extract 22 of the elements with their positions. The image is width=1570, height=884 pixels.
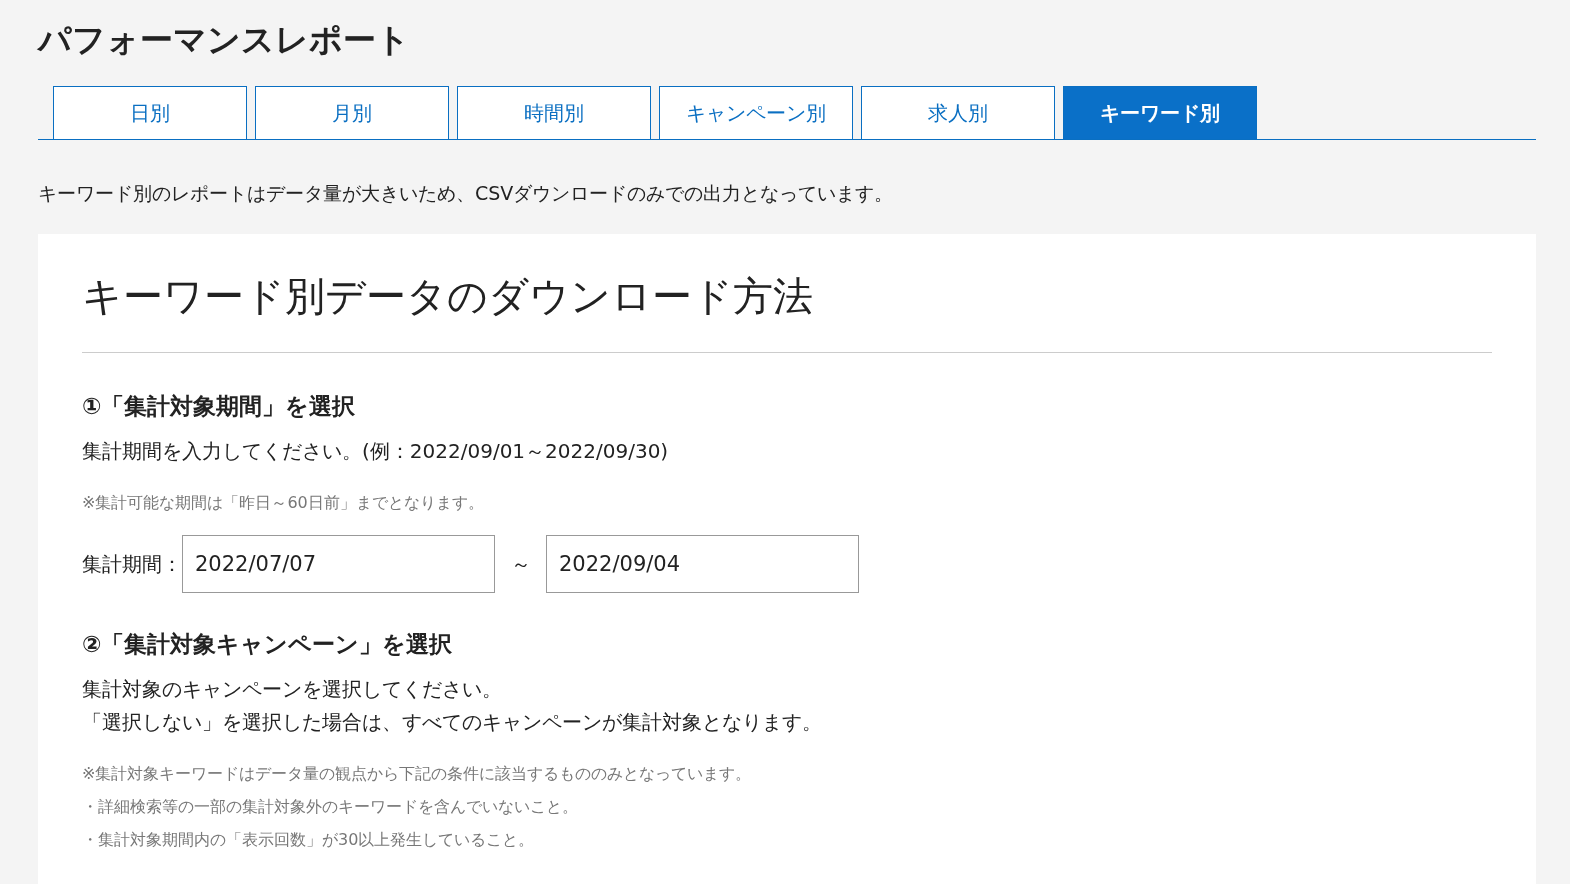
report-tab[interactable]: 時間別	[457, 86, 651, 139]
page-title: パフォーマンスレポート	[38, 19, 411, 61]
instruction-text: 「選択しない」を選択した場合は、すべてのキャンペーンが集計対象となります。	[82, 709, 823, 736]
start-date-field[interactable]: 2022/07/07	[182, 535, 495, 593]
report-tab[interactable]: キーワード別	[1063, 86, 1257, 139]
report-tab[interactable]: 月別	[255, 86, 449, 139]
note-text: ・集計対象期間内の「表示回数」が30以上発生していること。	[82, 829, 536, 851]
instruction-text: 集計期間を入力してください。(例：2022/09/01～2022/09/30)	[82, 438, 670, 465]
note-text: ・詳細検索等の一部の集計対象外のキーワードを含んでいないこと。	[82, 796, 579, 818]
range-separator: ～	[509, 550, 532, 578]
section-heading: ①「集計対象期間」を選択	[82, 392, 357, 421]
note-text: ※集計可能な期間は「昨日～60日前」までとなります。	[82, 492, 485, 514]
section-heading: ②「集計対象キャンペーン」を選択	[82, 630, 454, 659]
end-date-field[interactable]: 2022/09/04	[546, 535, 859, 593]
card-title: キーワード別データのダウンロード方法	[82, 270, 1492, 353]
report-tab[interactable]: 求人別	[861, 86, 1055, 139]
report-tab[interactable]: キャンペーン別	[659, 86, 853, 139]
notice-text: キーワード別のレポートはデータ量が大きいため、CSVダウンロードのみでの出力となっています。	[38, 181, 895, 206]
instruction-text: 集計対象のキャンペーンを選択してください。	[82, 676, 503, 703]
period-label: 集計期間：	[82, 550, 182, 578]
note-text: ※集計対象キーワードはデータ量の観点から下記の条件に該当するもののみとなっています。	[82, 763, 753, 785]
report-tab[interactable]: 日別	[53, 86, 247, 139]
